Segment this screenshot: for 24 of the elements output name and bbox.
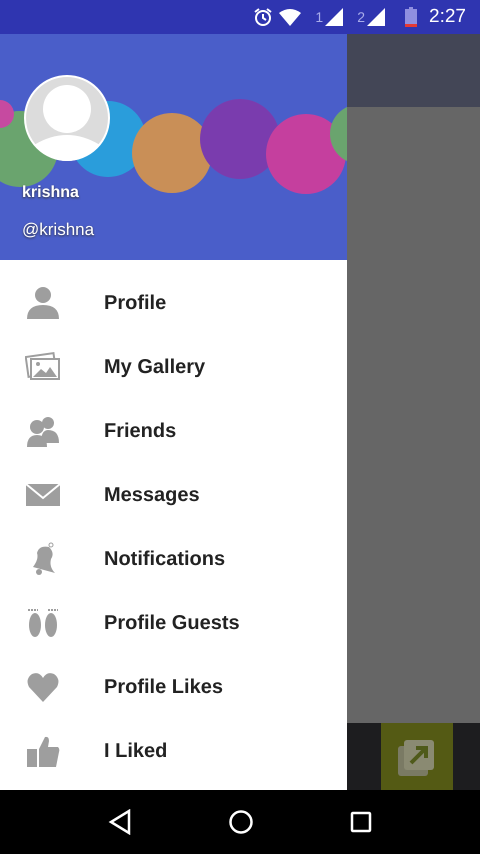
user-name: krishna [22,184,79,202]
menu-item[interactable]: Profile [0,271,347,335]
home-icon[interactable] [228,809,254,835]
menu-item[interactable]: My Gallery [0,335,347,399]
sim-label: 2 [357,9,366,25]
wifi-icon [279,8,302,26]
menu-item[interactable]: Friends [0,399,347,463]
user-handle: @krishna [22,220,94,240]
menu-item[interactable]: Notifications [0,527,347,591]
menu-item[interactable]: Profile Guests [0,591,347,655]
back-icon[interactable] [108,809,132,835]
signal-icon [325,8,344,26]
clock-time: 2:27 [429,6,466,28]
menu-item[interactable]: I Liked [0,719,347,783]
recents-icon[interactable] [350,811,372,833]
signal-icon [367,8,386,26]
menu-item[interactable]: Profile Likes [0,655,347,719]
open-external-icon [398,738,436,776]
sim-label: 1 [315,9,324,25]
person-icon [25,285,61,321]
avatar[interactable] [24,75,110,161]
battery-icon [405,7,418,27]
alarm-icon [253,7,274,27]
menu-item[interactable]: Messages [0,463,347,527]
